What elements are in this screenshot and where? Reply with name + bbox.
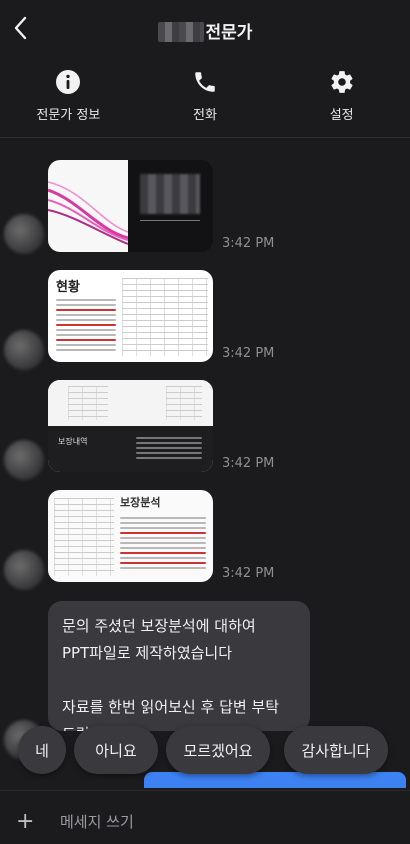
phone-icon: [191, 68, 219, 96]
image-message[interactable]: [48, 160, 213, 252]
divider: [140, 220, 200, 221]
message-time: 3:42 PM: [222, 236, 275, 251]
slide-table: [122, 278, 208, 356]
sender-avatar[interactable]: [4, 550, 44, 590]
expert-info-button[interactable]: 전문가 정보: [0, 68, 137, 123]
settings-button[interactable]: 설정: [273, 68, 410, 123]
quick-reply-thanks[interactable]: 감사합니다: [284, 726, 388, 774]
message-line: PPT파일로 제작하였습니다: [62, 644, 233, 662]
image-message[interactable]: 보장분석: [48, 490, 213, 582]
message-composer: + 메세지 쓰기: [0, 790, 410, 844]
message-input[interactable]: 메세지 쓰기: [60, 811, 134, 832]
plus-icon[interactable]: +: [16, 809, 34, 834]
slide-table: [54, 498, 114, 576]
info-icon: [54, 68, 82, 96]
message-line: 문의 주셨던 보장분석에 대하여: [62, 617, 256, 635]
quick-reply-dont-know[interactable]: 모르겠어요: [166, 726, 270, 774]
settings-label: 설정: [329, 108, 354, 123]
slide-text: [120, 514, 206, 572]
chat-header: 전문가 전문가 정보 전화 설정: [0, 0, 410, 138]
sender-avatar[interactable]: [4, 440, 44, 480]
text-message[interactable]: 문의 주셨던 보장분석에 대하여 PPT파일로 제작하였습니다 자료를 한번 읽…: [48, 601, 310, 731]
header-actions: 전문가 정보 전화 설정: [0, 68, 410, 123]
blurred-text: [140, 174, 200, 214]
quick-reply-no[interactable]: 아니요: [74, 726, 158, 774]
message-time: 3:42 PM: [222, 346, 275, 361]
cover-artwork: [48, 160, 129, 252]
call-label: 전화: [193, 108, 217, 123]
image-message[interactable]: 보장내역: [48, 380, 213, 472]
message-line: 자료를 한번 읽어보신 후 답변 부탁: [62, 698, 280, 716]
quick-replies: 네 아니요 모르겠어요 감사합니다: [0, 726, 410, 776]
sender-avatar[interactable]: [4, 330, 44, 370]
gear-icon: [328, 68, 356, 96]
chat-title: 전문가: [0, 18, 410, 43]
expert-info-label: 전문가 정보: [36, 108, 101, 123]
slide-text: [136, 434, 202, 462]
chat-messages[interactable]: 3:42 PM 현황 3:42 PM 보장내역 3:42 PM 보장분석 3:4…: [0, 138, 410, 788]
message-line: [62, 667, 296, 694]
slide-caption: 보장내역: [58, 437, 88, 446]
slide-top: [48, 380, 213, 426]
blurred-name: [157, 22, 204, 42]
image-message[interactable]: 현황: [48, 270, 213, 362]
quick-reply-yes[interactable]: 네: [18, 726, 66, 774]
slide-heading: 현황: [56, 280, 80, 295]
message-time: 3:42 PM: [222, 456, 275, 471]
call-button[interactable]: 전화: [137, 68, 274, 123]
slide-heading: 보장분석: [120, 496, 161, 509]
sender-avatar[interactable]: [4, 214, 44, 254]
slide-text: [56, 296, 116, 354]
message-time: 3:42 PM: [222, 566, 275, 581]
